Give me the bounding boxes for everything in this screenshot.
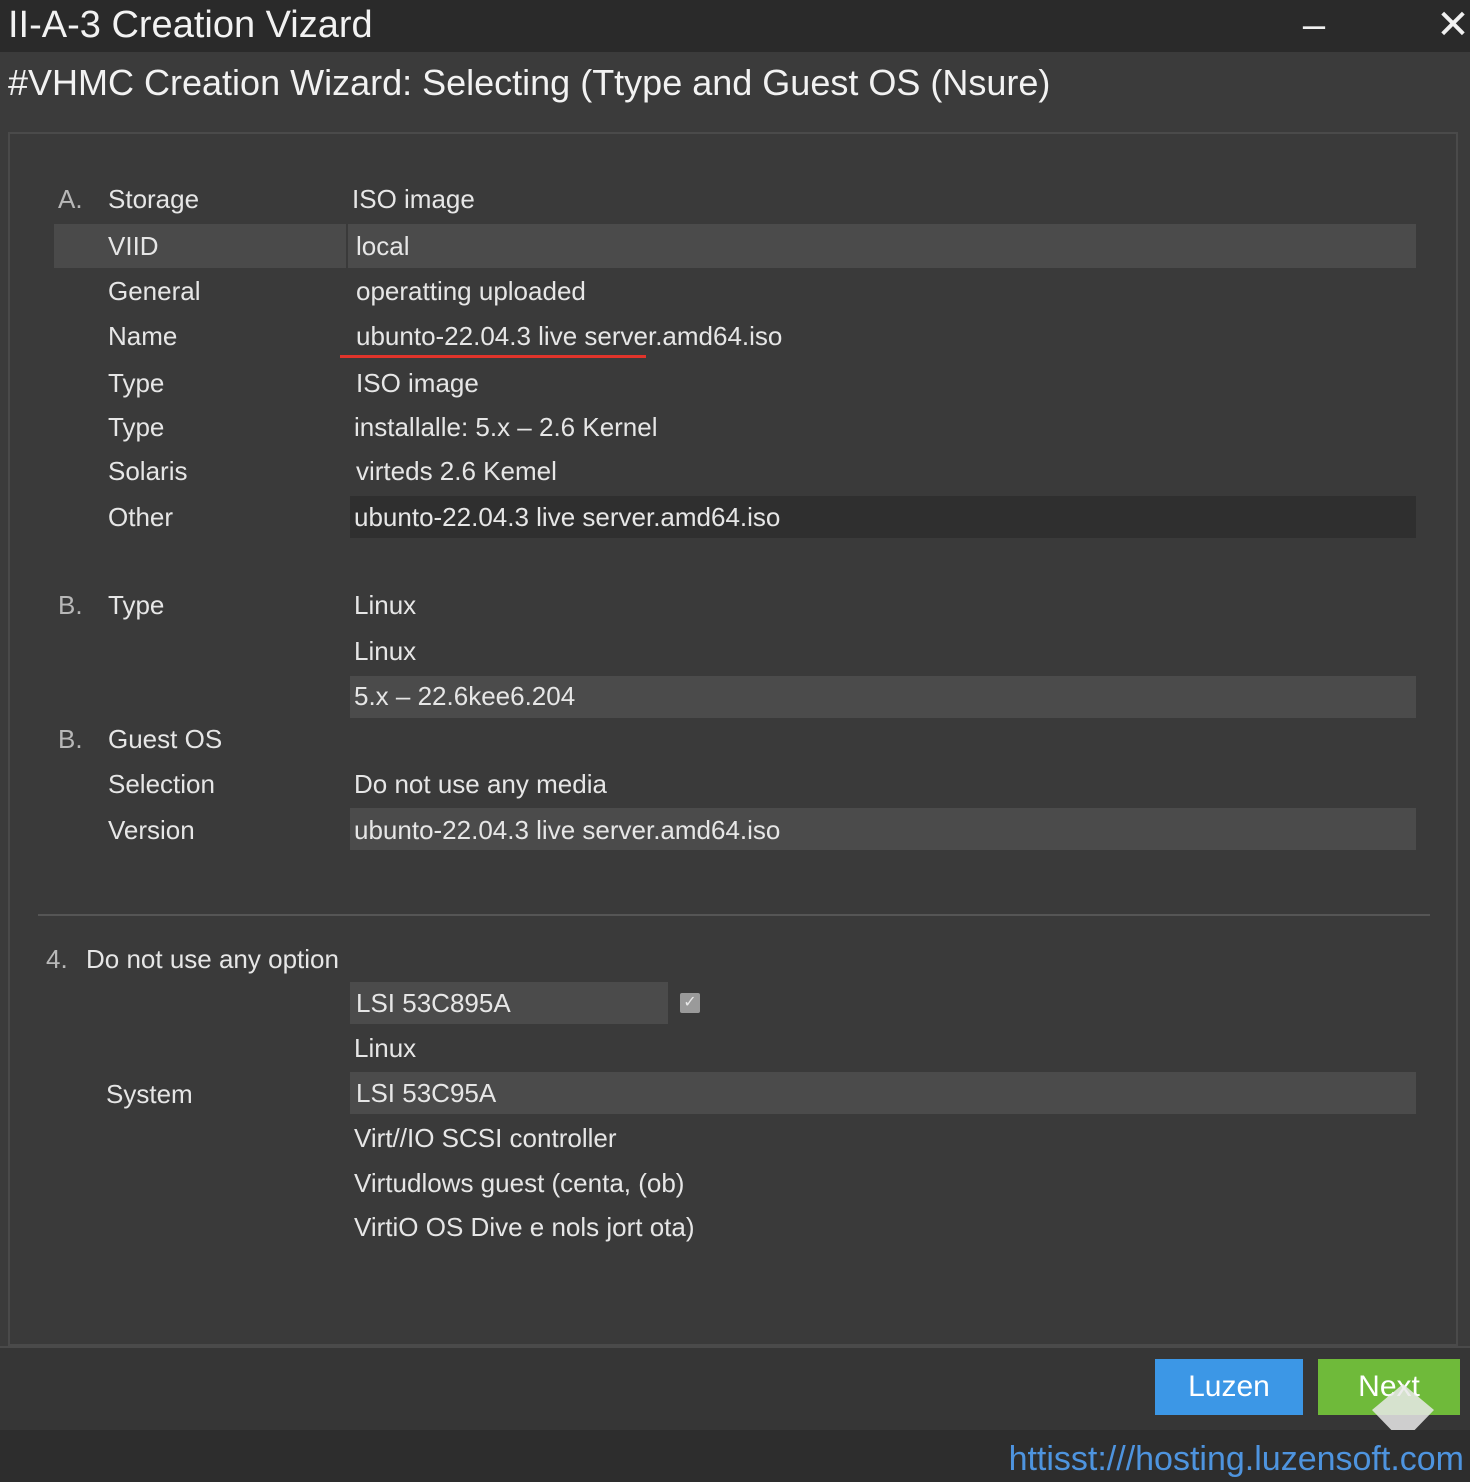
type-value-linux-2: Linux bbox=[354, 636, 417, 666]
viid-value: local bbox=[356, 231, 410, 261]
section-4-number: 4. bbox=[46, 944, 68, 974]
type-label-2: Type bbox=[108, 412, 165, 442]
controller-checkbox[interactable]: ✓ bbox=[680, 993, 700, 1013]
viid-label: VIID bbox=[108, 231, 159, 261]
version-value: ubunto-22.04.3 live server.amd64.iso bbox=[354, 815, 781, 845]
minimize-icon[interactable]: – bbox=[1296, 2, 1332, 48]
viid-field[interactable] bbox=[348, 224, 1416, 268]
general-value: operatting uploaded bbox=[356, 276, 586, 306]
selection-value: Do not use any media bbox=[354, 769, 607, 799]
close-icon[interactable]: ✕ bbox=[1436, 2, 1470, 48]
title-bar: II-A-3 Creation Vizard – ✕ bbox=[0, 0, 1470, 52]
section-b-type-letter: B. bbox=[58, 590, 83, 620]
name-underline bbox=[340, 355, 646, 358]
section-divider bbox=[38, 914, 1430, 916]
section-4-title: Do not use any option bbox=[86, 944, 339, 974]
wizard-subtitle: #VHMC Creation Wizard: Selecting (Ttype … bbox=[8, 62, 1051, 103]
system-label: System bbox=[106, 1079, 193, 1109]
type-value-linux-1: Linux bbox=[354, 590, 417, 620]
name-label: Name bbox=[108, 321, 178, 351]
other-label: Other bbox=[108, 502, 174, 532]
general-label: General bbox=[108, 276, 201, 306]
option-item[interactable]: Virtudlows guest (centa, (ob) bbox=[354, 1168, 684, 1198]
system-field[interactable] bbox=[350, 1072, 1416, 1114]
solaris-label: Solaris bbox=[108, 456, 188, 486]
option-item[interactable]: VirtiO OS Dive e nols jort ota) bbox=[354, 1212, 695, 1242]
linux-value: Linux bbox=[354, 1033, 417, 1063]
section-b-guest-letter: B. bbox=[58, 724, 83, 754]
controller-value: LSI 53C895A bbox=[356, 988, 511, 1018]
selection-label: Selection bbox=[108, 769, 215, 799]
viid-label-highlight bbox=[54, 224, 346, 268]
storage-value: ISO image bbox=[352, 184, 475, 214]
solaris-value: virteds 2.6 Kemel bbox=[356, 456, 557, 486]
type-label-1: Type bbox=[108, 368, 165, 398]
type-value-2: installalle: 5.x – 2.6 Kernel bbox=[354, 412, 658, 442]
name-value: ubunto-22.04.3 live server.amd64.iso bbox=[356, 321, 783, 351]
kernel-version-value: 5.x – 22.6kee6.204 bbox=[354, 681, 576, 711]
website-link[interactable]: httisst:///hosting.luzensoft.com bbox=[1009, 1440, 1464, 1479]
window-title: II-A-3 Creation Vizard bbox=[8, 4, 373, 46]
other-value: ubunto-22.04.3 live server.amd64.iso bbox=[354, 502, 781, 532]
storage-label: Storage bbox=[108, 184, 200, 214]
luzen-button[interactable]: Luzen bbox=[1155, 1359, 1303, 1415]
version-label: Version bbox=[108, 815, 195, 845]
type-section-label: Type bbox=[108, 590, 165, 620]
option-item[interactable]: Virt//IO SCSI controller bbox=[354, 1123, 617, 1153]
section-a-letter: A. bbox=[58, 184, 83, 214]
type-value-1: ISO image bbox=[356, 368, 479, 398]
guest-os-label: Guest OS bbox=[108, 724, 223, 754]
system-value: LSI 53C95A bbox=[356, 1078, 497, 1108]
wizard-panel: A. Storage ISO image VIID local General … bbox=[8, 132, 1458, 1346]
